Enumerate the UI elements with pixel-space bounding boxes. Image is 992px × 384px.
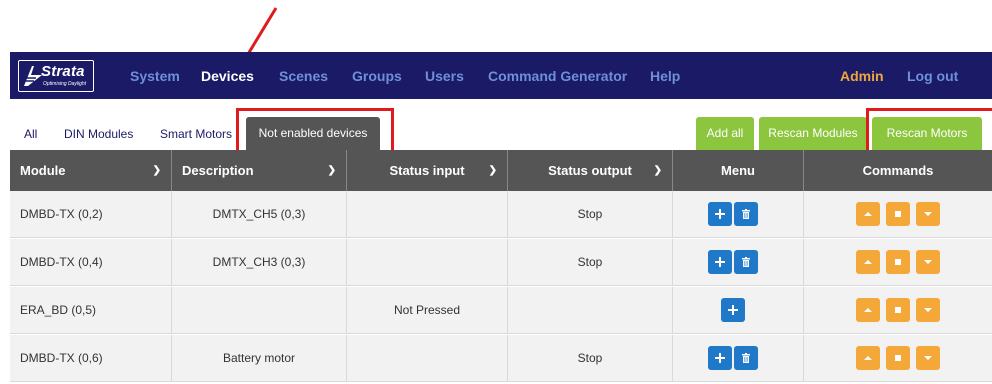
- col-status-input[interactable]: Status input ❯: [347, 150, 507, 191]
- move-up-button[interactable]: [856, 250, 880, 274]
- nav-admin[interactable]: Admin: [840, 68, 884, 84]
- delete-device-button[interactable]: [734, 250, 758, 274]
- cell-status-output: Stop: [577, 255, 603, 269]
- strata-logo[interactable]: Strata Optimising Daylight: [18, 60, 94, 92]
- chevron-down-icon: ❯: [152, 165, 161, 176]
- col-commands: Commands: [862, 163, 934, 178]
- nav-devices[interactable]: Devices: [201, 68, 254, 84]
- stop-button[interactable]: [886, 250, 910, 274]
- cell-status-output: Stop: [577, 207, 603, 221]
- cell-status-input: [347, 191, 507, 238]
- add-device-button[interactable]: [708, 250, 732, 274]
- nav-users[interactable]: Users: [425, 68, 464, 84]
- plus-icon: [728, 305, 738, 315]
- triangle-up-icon: [864, 356, 872, 360]
- nav-scenes[interactable]: Scenes: [279, 68, 328, 84]
- move-down-button[interactable]: [916, 202, 940, 226]
- triangle-up-icon: [864, 308, 872, 312]
- add-device-button[interactable]: [721, 298, 745, 322]
- nav-groups[interactable]: Groups: [352, 68, 402, 84]
- cell-module: DMBD-TX (0,6): [20, 351, 103, 365]
- stop-button[interactable]: [886, 346, 910, 370]
- trash-icon: [742, 257, 750, 267]
- nav-command-generator[interactable]: Command Generator: [488, 68, 627, 84]
- table-header: Module ❯ Description ❯ Status input ❯ St…: [10, 150, 992, 191]
- plus-icon: [715, 209, 725, 219]
- square-stop-icon: [895, 307, 901, 313]
- rescan-modules-button[interactable]: Rescan Modules: [759, 117, 867, 150]
- nav-system[interactable]: System: [130, 68, 180, 84]
- cell-status-input: [347, 335, 507, 382]
- cell-status-input: Not Pressed: [393, 303, 461, 317]
- stop-button[interactable]: [886, 298, 910, 322]
- page: Strata Optimising Daylight System Device…: [0, 0, 992, 384]
- chevron-down-icon: ❯: [488, 165, 497, 176]
- cell-description: DMTX_CH5 (0,3): [212, 207, 306, 221]
- cell-module: DMBD-TX (0,2): [20, 207, 103, 221]
- delete-device-button[interactable]: [734, 346, 758, 370]
- cell-description: Battery motor: [222, 351, 296, 365]
- triangle-down-icon: [924, 356, 932, 360]
- square-stop-icon: [895, 355, 901, 361]
- cell-module: DMBD-TX (0,4): [20, 255, 103, 269]
- table-row-4: DMBD-TX (0,6) Battery motor Stop: [10, 335, 992, 382]
- cell-description: DMTX_CH3 (0,3): [212, 255, 306, 269]
- cell-status-input: [347, 239, 507, 286]
- square-stop-icon: [895, 211, 901, 217]
- subtab-all[interactable]: All: [24, 127, 37, 141]
- move-up-button[interactable]: [856, 202, 880, 226]
- triangle-down-icon: [924, 212, 932, 216]
- subtab-din-modules[interactable]: DIN Modules: [64, 127, 133, 141]
- cell-status-output: Stop: [577, 351, 603, 365]
- col-description[interactable]: Description ❯: [172, 150, 346, 191]
- table-row-2: DMBD-TX (0,4) DMTX_CH3 (0,3) Stop: [10, 239, 992, 286]
- cell-module: ERA_BD (0,5): [20, 303, 97, 317]
- add-device-button[interactable]: [708, 202, 732, 226]
- triangle-down-icon: [924, 260, 932, 264]
- move-up-button[interactable]: [856, 346, 880, 370]
- move-down-button[interactable]: [916, 298, 940, 322]
- move-down-button[interactable]: [916, 250, 940, 274]
- nav-logout[interactable]: Log out: [907, 68, 958, 84]
- subtab-smart-motors[interactable]: Smart Motors: [160, 127, 232, 141]
- table-row-3: ERA_BD (0,5) Not Pressed: [10, 287, 992, 334]
- triangle-up-icon: [864, 260, 872, 264]
- trash-icon: [742, 209, 750, 219]
- triangle-down-icon: [924, 308, 932, 312]
- plus-icon: [715, 257, 725, 267]
- col-status-output[interactable]: Status output ❯: [508, 150, 672, 191]
- col-menu: Menu: [721, 163, 755, 178]
- plus-icon: [715, 353, 725, 363]
- cell-description: [172, 287, 346, 334]
- top-navbar: Strata Optimising Daylight System Device…: [10, 52, 992, 99]
- chevron-down-icon: ❯: [327, 165, 336, 176]
- table-row-1: DMBD-TX (0,2) DMTX_CH5 (0,3) Stop: [10, 191, 992, 238]
- nav-help[interactable]: Help: [650, 68, 680, 84]
- logo-tagline: Optimising Daylight: [43, 81, 87, 87]
- trash-icon: [742, 353, 750, 363]
- move-up-button[interactable]: [856, 298, 880, 322]
- logo-text: Strata: [41, 63, 85, 80]
- chevron-down-icon: ❯: [653, 165, 662, 176]
- delete-device-button[interactable]: [734, 202, 758, 226]
- col-module[interactable]: Module ❯: [10, 150, 171, 191]
- stop-button[interactable]: [886, 202, 910, 226]
- move-down-button[interactable]: [916, 346, 940, 370]
- add-device-button[interactable]: [708, 346, 732, 370]
- add-all-button[interactable]: Add all: [696, 117, 754, 150]
- triangle-up-icon: [864, 212, 872, 216]
- square-stop-icon: [895, 259, 901, 265]
- cell-status-output: [508, 287, 672, 334]
